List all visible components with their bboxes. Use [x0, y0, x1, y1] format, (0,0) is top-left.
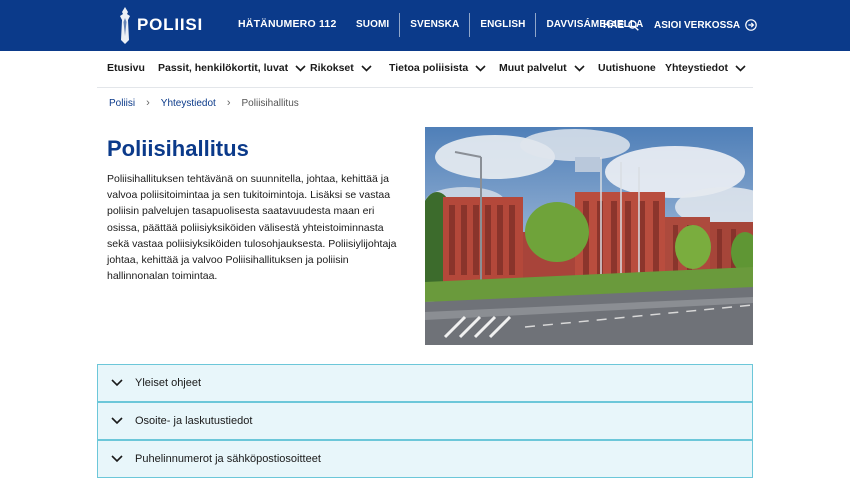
breadcrumb-link-poliisi[interactable]: Poliisi: [109, 98, 135, 109]
accordion-puhelinnumerot[interactable]: Puhelinnumerot ja sähköpostiosoitteet: [97, 440, 753, 478]
chevron-down-icon: [735, 64, 746, 72]
accordion-yleiset-ohjeet[interactable]: Yleiset ohjeet: [97, 364, 753, 402]
search-icon: [628, 19, 639, 31]
main-navigation: Etusivu Passit, henkilökortit, luvat Rik…: [97, 52, 753, 88]
emergency-number: HÄTÄNUMERO 112: [238, 18, 337, 30]
nav-label: Uutishuone: [598, 62, 656, 74]
search-label: HAE: [603, 19, 625, 31]
nav-item-rikokset[interactable]: Rikokset: [310, 62, 372, 74]
accordion-label: Osoite- ja laskutustiedot: [135, 415, 253, 427]
lang-suomi[interactable]: SUOMI: [346, 13, 399, 37]
headquarters-photo: [425, 127, 753, 345]
chevron-down-icon: [475, 64, 486, 72]
logo-text: POLIISI: [137, 15, 204, 34]
nav-item-etusivu[interactable]: Etusivu: [107, 62, 145, 74]
online-services-label: ASIOI VERKOSSA: [654, 19, 741, 31]
accordion-label: Puhelinnumerot ja sähköpostiosoitteet: [135, 453, 321, 465]
chevron-down-icon: [111, 455, 123, 463]
search-button[interactable]: HAE: [603, 13, 639, 37]
nav-item-yhteystiedot[interactable]: Yhteystiedot: [665, 62, 746, 74]
nav-label: Muut palvelut: [499, 62, 567, 74]
lang-english[interactable]: ENGLISH: [470, 13, 535, 37]
building-illustration: [425, 127, 753, 345]
accordion-osoite-laskutustiedot[interactable]: Osoite- ja laskutustiedot: [97, 402, 753, 440]
nav-item-uutishuone[interactable]: Uutishuone: [598, 62, 656, 74]
chevron-down-icon: [111, 417, 123, 425]
nav-item-passit[interactable]: Passit, henkilökortit, luvat: [158, 62, 306, 74]
accordion-label: Yleiset ohjeet: [135, 377, 202, 389]
breadcrumb-link-yhteystiedot[interactable]: Yhteystiedot: [161, 98, 216, 109]
breadcrumb: Poliisi › Yhteystiedot › Poliisihallitus: [109, 97, 299, 109]
chevron-down-icon: [574, 64, 585, 72]
lang-svenska[interactable]: SVENSKA: [400, 13, 469, 37]
nav-label: Passit, henkilökortit, luvat: [158, 62, 289, 74]
nav-label: Tietoa poliisista: [389, 62, 469, 74]
police-logo[interactable]: POLIISI: [117, 4, 203, 46]
chevron-down-icon: [295, 64, 306, 72]
breadcrumb-current: Poliisihallitus: [241, 97, 299, 109]
intro-text: Poliisihallituksen tehtävänä on suunnite…: [107, 173, 397, 283]
chevron-down-icon: [361, 64, 372, 72]
nav-item-tietoa-poliisista[interactable]: Tietoa poliisista: [389, 62, 486, 74]
nav-label: Yhteystiedot: [665, 62, 729, 74]
nav-label: Etusivu: [107, 62, 145, 74]
chevron-down-icon: [111, 379, 123, 387]
nav-label: Rikokset: [310, 62, 354, 74]
nav-item-muut-palvelut[interactable]: Muut palvelut: [499, 62, 585, 74]
online-services-link[interactable]: ASIOI VERKOSSA: [654, 13, 757, 37]
breadcrumb-separator: ›: [226, 97, 231, 109]
page-title: Poliisihallitus: [107, 136, 249, 161]
police-badge-icon: [120, 7, 130, 44]
top-bar: POLIISI HÄTÄNUMERO 112 SUOMI SVENSKA ENG…: [0, 0, 850, 51]
arrow-circle-icon: [745, 19, 757, 31]
breadcrumb-separator: ›: [146, 97, 150, 109]
